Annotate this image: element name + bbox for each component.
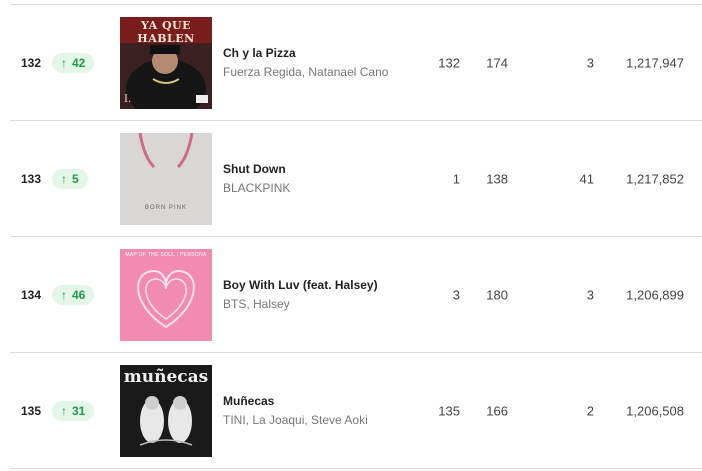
streak-value: 3 (586, 55, 594, 70)
streak-value: 41 (579, 171, 594, 186)
rank-change-badge: ↑ 5 (52, 168, 88, 189)
streak-value: 2 (586, 403, 594, 418)
table-row[interactable]: 135 ↑ 31 muñecas Muñecas TINI, La Joaqui… (10, 352, 702, 469)
rank-number: 134 (21, 287, 42, 302)
chart-table: 132 ↑ 42 YA QUE HABLEN I. Ch y la Pizza … (10, 4, 702, 469)
album-cover-title: BORN PINK (144, 204, 187, 211)
album-cover-art (120, 248, 212, 341)
streak-value: 3 (586, 287, 594, 302)
peak-value: 3 (452, 287, 460, 302)
rank-change-badge: ↑ 46 (52, 284, 95, 305)
rank-number: 133 (21, 171, 42, 186)
track-artists[interactable]: TINI, La Joaqui, Steve Aoki (223, 411, 413, 430)
track-info: Boy With Luv (feat. Halsey) BTS, Halsey (223, 276, 413, 314)
track-artists[interactable]: BTS, Halsey (223, 295, 413, 314)
streams-value: 1,217,852 (626, 171, 684, 186)
rank-change-value: 42 (72, 55, 86, 70)
previous-rank-value: 174 (486, 55, 508, 70)
streams-value: 1,206,899 (626, 287, 684, 302)
previous-rank-value: 180 (486, 287, 508, 302)
track-title[interactable]: Muñecas (223, 392, 413, 411)
album-cover[interactable]: BORN PINK (120, 132, 212, 225)
table-row[interactable]: 133 ↑ 5 BORN PINK Shut Down BLACKPINK 1 … (10, 120, 702, 236)
track-info: Shut Down BLACKPINK (223, 160, 413, 198)
arrow-up-icon: ↑ (61, 403, 67, 418)
rank-change-value: 46 (72, 287, 86, 302)
track-title[interactable]: Ch y la Pizza (223, 44, 413, 63)
rank-change-value: 5 (72, 171, 79, 186)
album-cover-corner-text: I. (124, 93, 132, 105)
previous-rank-value: 166 (486, 403, 508, 418)
track-info: Ch y la Pizza Fuerza Regida, Natanael Ca… (223, 44, 413, 82)
table-row[interactable]: 132 ↑ 42 YA QUE HABLEN I. Ch y la Pizza … (10, 4, 702, 120)
rank-change-badge: ↑ 42 (52, 52, 95, 73)
album-cover[interactable]: YA QUE HABLEN I. (120, 16, 212, 109)
arrow-up-icon: ↑ (61, 55, 67, 70)
rank-number: 135 (21, 403, 42, 418)
track-artists[interactable]: Fuerza Regida, Natanael Cano (223, 63, 413, 82)
rank-number: 132 (21, 55, 42, 70)
streams-value: 1,206,508 (626, 403, 684, 418)
album-cover[interactable]: MAP OF THE SOUL : PERSONA (120, 248, 212, 341)
album-cover-title: MAP OF THE SOUL : PERSONA (125, 251, 207, 258)
peak-value: 135 (438, 403, 460, 418)
album-cover-art (120, 132, 212, 225)
track-title[interactable]: Boy With Luv (feat. Halsey) (223, 276, 413, 295)
track-title[interactable]: Shut Down (223, 160, 413, 179)
arrow-up-icon: ↑ (61, 287, 67, 302)
rank-change-badge: ↑ 31 (52, 400, 95, 421)
streams-value: 1,217,947 (626, 55, 684, 70)
previous-rank-value: 138 (486, 171, 508, 186)
peak-value: 132 (438, 55, 460, 70)
arrow-up-icon: ↑ (61, 171, 67, 186)
table-row[interactable]: 134 ↑ 46 MAP OF THE SOUL : PERSONA Boy W… (10, 236, 702, 352)
album-cover-title: muñecas (123, 366, 209, 387)
rank-change-value: 31 (72, 403, 86, 418)
peak-value: 1 (452, 171, 460, 186)
album-cover-title: YA QUE HABLEN (137, 18, 195, 45)
track-artists[interactable]: BLACKPINK (223, 179, 413, 198)
track-info: Muñecas TINI, La Joaqui, Steve Aoki (223, 392, 413, 430)
album-cover[interactable]: muñecas (120, 364, 212, 457)
